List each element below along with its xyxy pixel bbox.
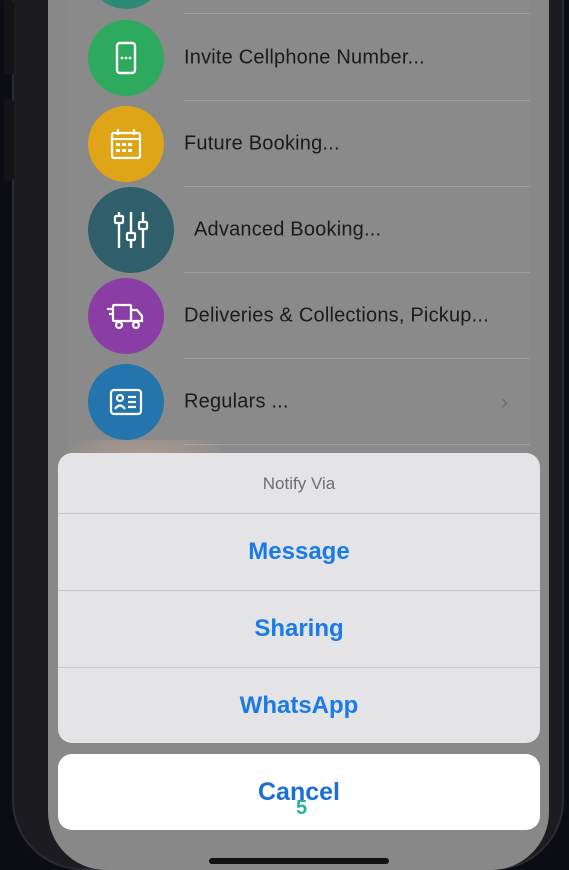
menu-item-partial[interactable]: [68, 0, 530, 14]
message-button[interactable]: Message: [58, 514, 540, 591]
chevron-right-icon: ›: [500, 389, 508, 414]
cellphone-icon: [88, 20, 164, 96]
menu-item-label: Invite Cellphone Number...: [184, 46, 425, 69]
calendar-icon: [88, 106, 164, 182]
menu-item-future-booking[interactable]: Future Booking...: [68, 101, 530, 187]
id-card-icon: [88, 364, 164, 440]
menu-item-label: Deliveries & Collections, Pickup...: [184, 304, 489, 327]
menu-item-deliveries[interactable]: Deliveries & Collections, Pickup...: [68, 273, 530, 359]
menu-item-advanced-booking[interactable]: Advanced Booking...: [68, 187, 530, 273]
menu-item-label: Advanced Booking...: [194, 218, 382, 241]
menu-icon-circle: [88, 0, 164, 9]
menu-item-label: Regulars ...: [184, 390, 289, 413]
action-sheet-title: Notify Via: [58, 453, 540, 514]
menu-item-invite-cellphone[interactable]: Invite Cellphone Number...: [68, 15, 530, 101]
menu-list: Invite Cellphone Number... Future Bookin…: [68, 0, 530, 460]
side-button: [4, 0, 14, 75]
menu-item-regulars[interactable]: Regulars ... ›: [68, 359, 530, 445]
divider: [184, 13, 530, 14]
side-button: [4, 100, 14, 180]
sliders-icon: [88, 187, 174, 273]
delivery-truck-icon: [88, 278, 164, 354]
action-sheet: Notify Via Message Sharing WhatsApp: [58, 453, 540, 743]
divider: [184, 444, 530, 445]
whatsapp-button[interactable]: WhatsApp: [58, 668, 540, 743]
home-indicator: [209, 858, 389, 864]
sharing-button[interactable]: Sharing: [58, 591, 540, 668]
menu-item-label: Future Booking...: [184, 132, 340, 155]
step-number-overlay: 5: [296, 797, 308, 819]
